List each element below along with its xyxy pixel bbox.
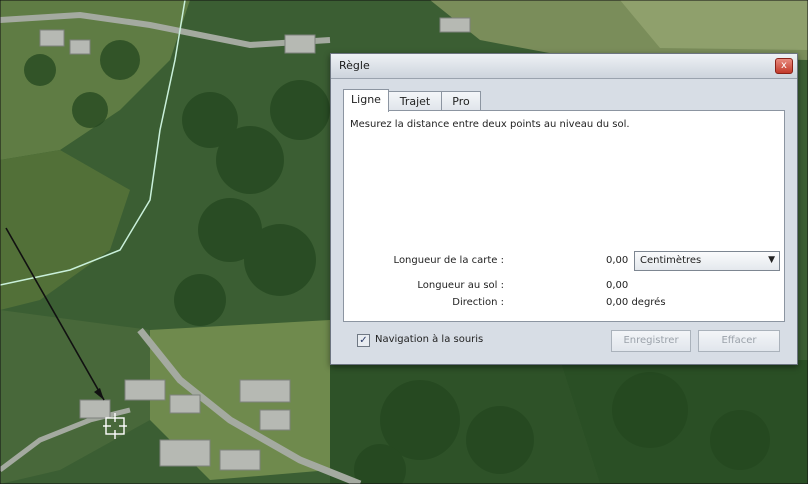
tab-panel-ligne: Mesurez la distance entre deux points au… (343, 110, 785, 322)
close-icon[interactable]: x (775, 58, 793, 74)
map-length-value: 0,00 (606, 255, 629, 266)
mouse-navigation-checkbox[interactable]: ✓ (357, 334, 370, 347)
clear-button[interactable]: Effacer (698, 330, 780, 352)
map-length-label: Longueur de la carte : (393, 255, 504, 266)
description-text: Mesurez la distance entre deux points au… (350, 119, 630, 130)
tab-pro[interactable]: Pro (441, 91, 481, 111)
ground-length-label: Longueur au sol : (417, 280, 504, 291)
crosshair-cursor-icon (103, 413, 127, 439)
direction-label: Direction : (452, 297, 504, 308)
unit-select[interactable]: Centimètres ▼ (634, 251, 780, 271)
dialog-titlebar[interactable]: Règle x (331, 54, 797, 79)
ground-length-value: 0,00 (606, 280, 629, 291)
chevron-down-icon: ▼ (768, 255, 775, 265)
mouse-navigation-label: Navigation à la souris (375, 334, 484, 345)
direction-value: 0,00 degrés (606, 297, 666, 308)
dialog-title: Règle (339, 59, 370, 72)
tab-ligne[interactable]: Ligne (343, 89, 389, 112)
unit-select-value: Centimètres (640, 255, 702, 266)
tab-trajet[interactable]: Trajet (387, 91, 443, 111)
save-button[interactable]: Enregistrer (611, 330, 691, 352)
ruler-dialog: Règle x Ligne Trajet Pro Mesurez la dist… (330, 53, 798, 365)
